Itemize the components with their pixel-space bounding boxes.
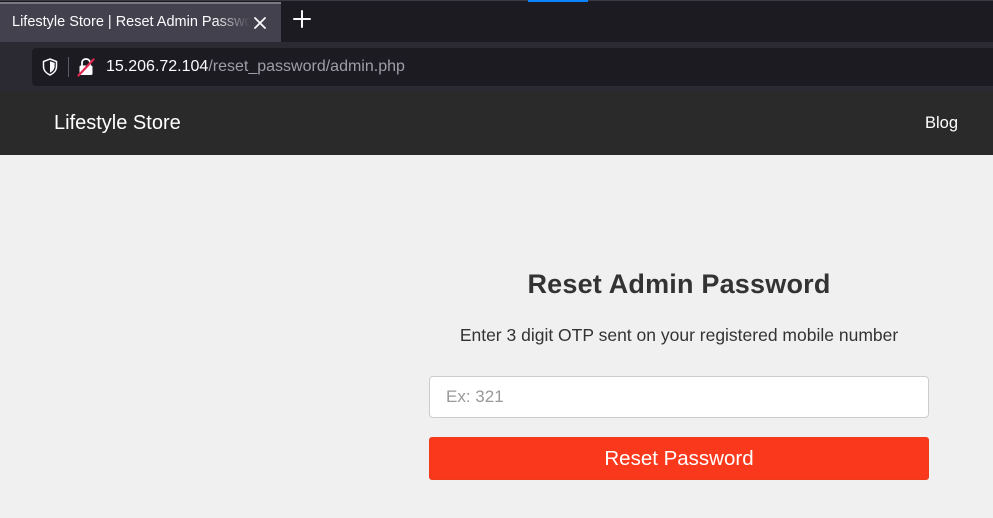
url-host: 15.206.72.104 [106,58,209,75]
plus-icon [292,9,312,34]
tab-bar-top-border [0,0,993,1]
url-text[interactable]: 15.206.72.104/reset_password/admin.php [106,58,405,76]
reset-password-button[interactable]: Reset Password [429,437,929,480]
shield-icon[interactable] [40,57,60,77]
insecure-lock-icon[interactable] [75,56,97,78]
close-icon[interactable] [250,13,270,33]
browser-tab-bar: Lifestyle Store | Reset Admin Password [0,0,993,42]
address-bar[interactable]: 15.206.72.104/reset_password/admin.php [32,48,993,86]
tab-title: Lifestyle Store | Reset Admin Password [12,14,250,30]
browser-tab-active[interactable]: Lifestyle Store | Reset Admin Password [0,2,281,42]
browser-toolbar: 15.206.72.104/reset_password/admin.php [0,42,993,92]
otp-input[interactable] [429,376,929,418]
nav-link-blog[interactable]: Blog [925,114,958,133]
main-content: Reset Admin Password Enter 3 digit OTP s… [0,155,993,518]
tab-bar-accent-line [528,0,588,2]
site-brand-link[interactable]: Lifestyle Store [54,112,181,135]
otp-instructions: Enter 3 digit OTP sent on your registere… [459,325,899,345]
new-tab-button[interactable] [289,8,315,34]
site-navbar: Lifestyle Store Blog [0,92,993,155]
url-path: /reset_password/admin.php [208,58,405,75]
url-separator [68,57,69,77]
page-title: Reset Admin Password [527,269,831,299]
